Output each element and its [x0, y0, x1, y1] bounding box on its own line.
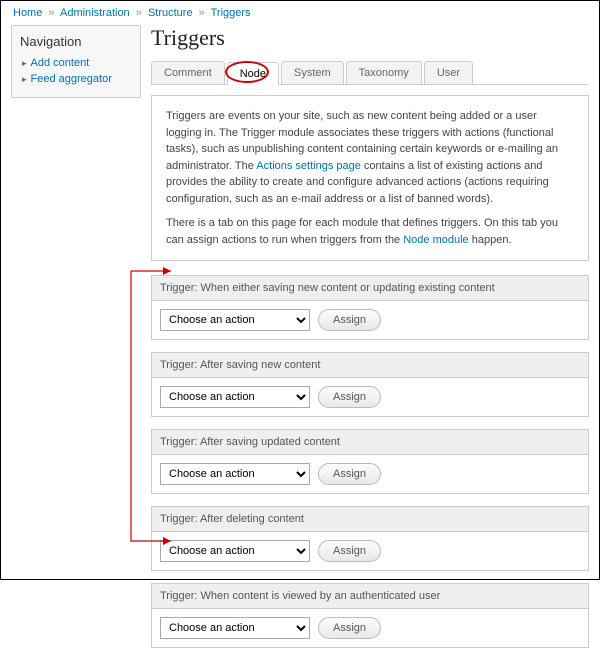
assign-button[interactable]: Assign [318, 463, 381, 485]
trigger-block: Trigger: After saving new content Choose… [151, 352, 589, 417]
trigger-title: Trigger: After saving new content [152, 353, 588, 378]
action-select[interactable]: Choose an action [160, 309, 310, 331]
assign-button[interactable]: Assign [318, 386, 381, 408]
actions-settings-link[interactable]: Actions settings page [256, 160, 361, 172]
breadcrumb-structure[interactable]: Structure [148, 7, 193, 19]
action-select[interactable]: Choose an action [160, 463, 310, 485]
description-paragraph: There is a tab on this page for each mod… [166, 215, 574, 248]
trigger-title: Trigger: When content is viewed by an au… [152, 584, 588, 609]
trigger-title: Trigger: After saving updated content [152, 430, 588, 455]
navigation-block: Navigation Add content Feed aggregator [11, 25, 141, 98]
tab-label: Node [240, 68, 266, 80]
action-select[interactable]: Choose an action [160, 386, 310, 408]
description-text: happen. [469, 234, 512, 246]
node-module-link[interactable]: Node module [403, 234, 468, 246]
trigger-title: Trigger: When either saving new content … [152, 276, 588, 301]
breadcrumb-sep-icon: » [133, 7, 145, 19]
tab-taxonomy[interactable]: Taxonomy [346, 61, 422, 84]
tab-system[interactable]: System [281, 61, 344, 84]
sidebar-item-label: Feed aggregator [31, 73, 112, 85]
sidebar-item-feed-aggregator[interactable]: Feed aggregator [22, 71, 132, 87]
description-paragraph: Triggers are events on your site, such a… [166, 108, 574, 207]
breadcrumb: Home » Administration » Structure » Trig… [1, 1, 599, 25]
trigger-title: Trigger: After deleting content [152, 507, 588, 532]
breadcrumb-sep-icon: » [196, 7, 208, 19]
assign-button[interactable]: Assign [318, 309, 381, 331]
tab-node[interactable]: Node [227, 62, 279, 85]
breadcrumb-home[interactable]: Home [13, 7, 42, 19]
tab-user[interactable]: User [424, 61, 473, 84]
trigger-block: Trigger: When content is viewed by an au… [151, 583, 589, 648]
assign-button[interactable]: Assign [318, 540, 381, 562]
trigger-block: Trigger: After deleting content Choose a… [151, 506, 589, 571]
breadcrumb-triggers[interactable]: Triggers [211, 7, 251, 19]
main-content: Triggers Comment Node System Taxonomy Us… [151, 25, 589, 660]
trigger-block: Trigger: When either saving new content … [151, 275, 589, 340]
action-select[interactable]: Choose an action [160, 617, 310, 639]
sidebar-item-add-content[interactable]: Add content [22, 55, 132, 71]
trigger-block: Trigger: After saving updated content Ch… [151, 429, 589, 494]
assign-button[interactable]: Assign [318, 617, 381, 639]
sidebar-item-label: Add content [31, 57, 90, 69]
action-select[interactable]: Choose an action [160, 540, 310, 562]
breadcrumb-administration[interactable]: Administration [60, 7, 130, 19]
description-box: Triggers are events on your site, such a… [151, 95, 589, 261]
tabs: Comment Node System Taxonomy User [151, 61, 589, 85]
tab-comment[interactable]: Comment [151, 61, 225, 84]
page-title: Triggers [151, 25, 589, 51]
breadcrumb-sep-icon: » [45, 7, 57, 19]
sidebar: Navigation Add content Feed aggregator [11, 25, 141, 660]
navigation-title: Navigation [20, 34, 132, 49]
